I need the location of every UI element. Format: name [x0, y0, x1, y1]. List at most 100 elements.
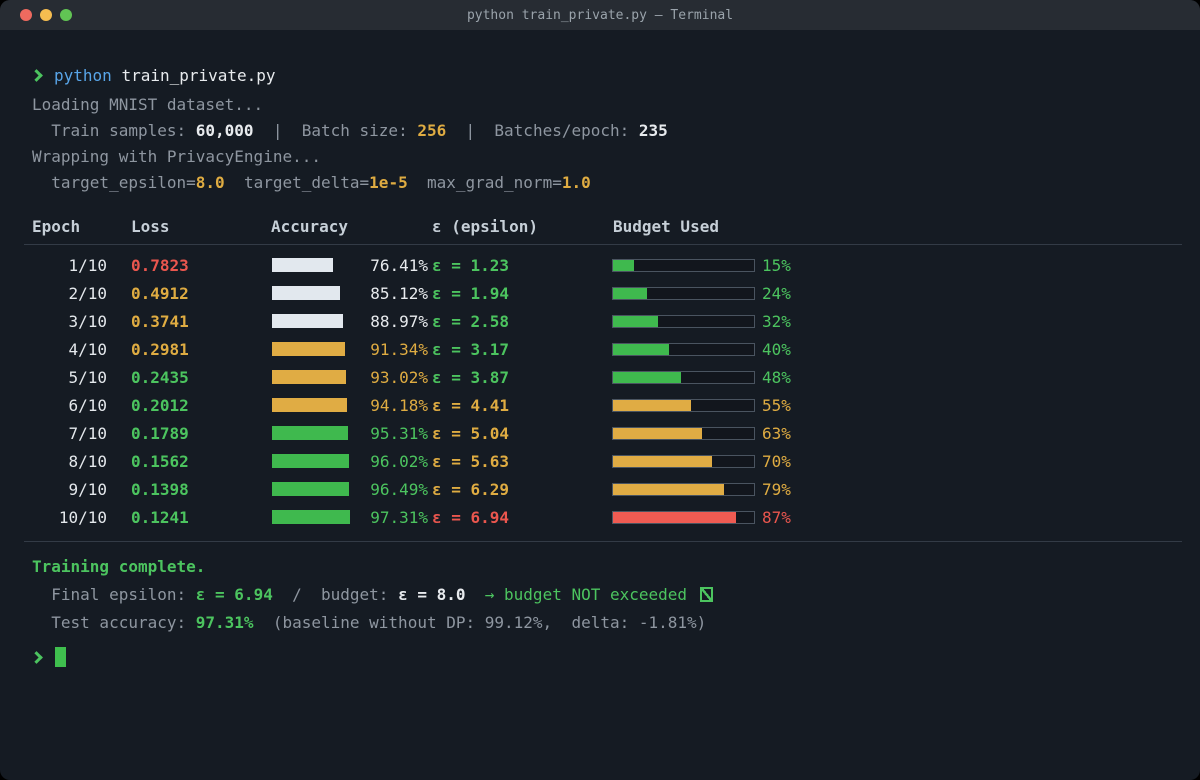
accuracy-value: 96.02% [370, 451, 428, 471]
terminal-cursor[interactable] [55, 647, 66, 667]
epoch-cell: 8/10 [68, 451, 107, 471]
budget-fill [613, 483, 725, 495]
prompt-chevron-icon [30, 68, 43, 82]
checkbox-glyph-icon [699, 586, 713, 602]
zoom-button[interactable] [60, 9, 72, 21]
accuracy-bar [272, 426, 348, 440]
budget-bar [612, 454, 755, 468]
budget-fill [613, 371, 681, 383]
epsilon-value: ε = 5.63 [432, 451, 510, 471]
budget-bar [612, 342, 755, 356]
text-segment: 1e-5 [369, 172, 408, 192]
accuracy-bar [272, 314, 343, 328]
accuracy-bar-track [272, 426, 352, 440]
budget-bar [612, 482, 755, 496]
table-row: 10/10 0.1241 97.31% ε = 6.94 87% [32, 503, 1168, 531]
accuracy-bar-track [272, 398, 352, 412]
title-bar[interactable]: python train_private.py — Terminal [0, 0, 1200, 30]
text-segment: python [54, 65, 122, 85]
budget-fill [613, 315, 659, 327]
epsilon-value: ε = 3.17 [432, 339, 510, 359]
budget-bar [612, 286, 755, 300]
text-segment: 235 [638, 120, 668, 140]
terminal-content: python train_private.py Loading MNIST da… [0, 30, 1200, 780]
accuracy-bar [272, 342, 345, 356]
text-segment: (baseline without DP: 99.12%, delta: -1.… [253, 612, 707, 632]
table-header: Epoch Loss Accuracy ε (epsilon) Budget U… [32, 213, 1168, 239]
text-segment: / [272, 584, 321, 604]
terminal-window: python train_private.py — Terminal pytho… [0, 0, 1200, 780]
budget-fill [613, 511, 736, 523]
accuracy-value: 96.49% [370, 479, 428, 499]
epoch-cell: 7/10 [68, 423, 107, 443]
table-row: 9/10 0.1398 96.49% ε = 6.29 79% [32, 475, 1168, 503]
text-segment: 256 [417, 120, 447, 140]
accuracy-bar-track [272, 342, 352, 356]
accuracy-value: 88.97% [370, 311, 428, 331]
text-segment: ε = 8.0 [398, 584, 466, 604]
header-budget: Budget Used [613, 216, 719, 236]
budget-fill [613, 455, 712, 467]
command-text: python train_private.py [54, 66, 276, 85]
epoch-cell: 5/10 [68, 367, 107, 387]
loss-value: 0.7823 [131, 255, 189, 275]
command-line: python train_private.py [30, 62, 1168, 88]
epoch-cell: 4/10 [68, 339, 107, 359]
text-segment: 97.31% [195, 612, 254, 632]
text-segment: train_private.py [121, 65, 276, 85]
accuracy-bar [272, 258, 333, 272]
text-segment: 1.0 [561, 172, 591, 192]
accuracy-bar-track [272, 454, 352, 468]
budget-percent: 70% [762, 451, 791, 471]
epsilon-value: ε = 2.58 [432, 311, 510, 331]
text-segment: Training complete. [32, 556, 206, 576]
samples-line: Train samples: 60,000 | Batch size: 256 … [32, 117, 1168, 143]
close-button[interactable] [20, 9, 32, 21]
accuracy-value: 97.31% [370, 507, 428, 527]
budget-bar [612, 314, 755, 328]
accuracy-bar [272, 286, 340, 300]
accuracy-value: 91.34% [370, 339, 428, 359]
epsilon-value: ε = 1.23 [432, 255, 510, 275]
text-segment: Batches/epoch: [494, 120, 639, 140]
table-row: 6/10 0.2012 94.18% ε = 4.41 55% [32, 391, 1168, 419]
text-segment: Wrapping with PrivacyEngine... [32, 146, 321, 166]
final-epsilon-line: Final epsilon: ε = 6.94 / budget: ε = 8.… [32, 581, 1168, 607]
loss-value: 0.1562 [131, 451, 189, 471]
loss-value: 0.3741 [131, 311, 189, 331]
text-segment [466, 585, 485, 604]
epoch-cell: 6/10 [68, 395, 107, 415]
text-segment: budget: [321, 584, 399, 604]
accuracy-bar [272, 482, 349, 496]
header-divider [24, 244, 1182, 245]
epoch-cell: 2/10 [68, 283, 107, 303]
header-epoch: Epoch [32, 216, 81, 236]
complete-line: Training complete. [32, 553, 1168, 579]
header-loss: Loss [131, 216, 170, 236]
minimize-button[interactable] [40, 9, 52, 21]
accuracy-value: 93.02% [370, 367, 428, 387]
traffic-lights [20, 9, 72, 21]
loss-value: 0.1398 [131, 479, 189, 499]
header-epsilon: ε (epsilon) [432, 216, 538, 236]
text-segment: 60,000 [195, 120, 254, 140]
accuracy-value: 85.12% [370, 283, 428, 303]
wrapping-line: Wrapping with PrivacyEngine... [32, 143, 1168, 169]
epoch-cell: 1/10 [68, 255, 107, 275]
budget-percent: 32% [762, 311, 791, 331]
accuracy-bar-track [272, 258, 352, 272]
epsilon-value: ε = 1.94 [432, 283, 510, 303]
epoch-cell: 10/10 [58, 507, 107, 527]
text-segment: Test accuracy: [32, 612, 196, 632]
accuracy-value: 94.18% [370, 395, 428, 415]
budget-percent: 55% [762, 395, 791, 415]
table-row: 4/10 0.2981 91.34% ε = 3.17 40% [32, 335, 1168, 363]
loading-line: Loading MNIST dataset... [32, 91, 1168, 117]
budget-bar [612, 426, 755, 440]
budget-percent: 40% [762, 339, 791, 359]
text-segment: Final epsilon: [32, 584, 196, 604]
loss-value: 0.4912 [131, 283, 189, 303]
table-row: 2/10 0.4912 85.12% ε = 1.94 24% [32, 279, 1168, 307]
epsilon-value: ε = 5.04 [432, 423, 510, 443]
active-prompt-line[interactable] [30, 644, 1168, 670]
